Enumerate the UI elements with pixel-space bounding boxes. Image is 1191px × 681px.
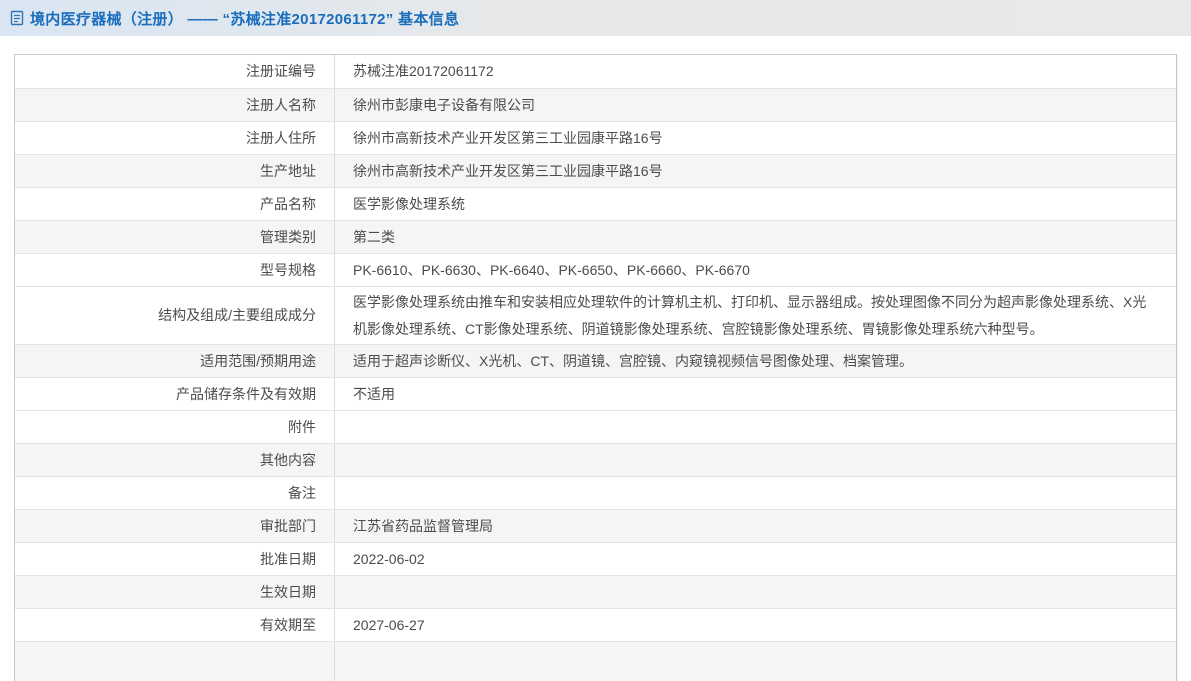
table-row-production-address: 生产地址 徐州市高新技术产业开发区第三工业园康平路16号 (15, 154, 1176, 187)
field-value: 江苏省药品监督管理局 (353, 517, 493, 534)
table-row-structure-composition: 结构及组成/主要组成成分 医学影像处理系统由推车和安装相应处理软件的计算机主机、… (15, 286, 1176, 344)
field-value (335, 642, 1176, 681)
table-row-management-class: 管理类别 第二类 (15, 220, 1176, 253)
field-value: 徐州市高新技术产业开发区第三工业园康平路16号 (353, 162, 663, 179)
table-row-remarks: 备注 (15, 476, 1176, 509)
page-header: 境内医疗器械（注册） —— “苏械注准20172061172” 基本信息 (0, 0, 1191, 36)
field-value: 徐州市高新技术产业开发区第三工业园康平路16号 (353, 129, 663, 146)
field-label: 审批部门 (15, 510, 335, 542)
field-value: 徐州市彭康电子设备有限公司 (353, 96, 535, 113)
table-row-attachment: 附件 (15, 410, 1176, 443)
table-row-effective-date: 生效日期 (15, 575, 1176, 608)
field-label: 注册人名称 (15, 89, 335, 121)
table-row-model-spec: 型号规格 PK-6610、PK-6630、PK-6640、PK-6650、PK-… (15, 253, 1176, 286)
field-label: 结构及组成/主要组成成分 (15, 287, 335, 344)
table-row-storage-conditions: 产品储存条件及有效期 不适用 (15, 377, 1176, 410)
field-value: 苏械注准20172061172 (353, 63, 494, 80)
field-label: 生效日期 (15, 576, 335, 608)
field-value: 医学影像处理系统 (353, 195, 465, 212)
field-label: 批准日期 (15, 543, 335, 575)
page-title: 境内医疗器械（注册） —— “苏械注准20172061172” 基本信息 (30, 10, 460, 28)
table-row-approval-department: 审批部门 江苏省药品监督管理局 (15, 509, 1176, 542)
field-label: 产品名称 (15, 188, 335, 220)
field-value: 2027-06-27 (353, 616, 425, 633)
field-value: 适用于超声诊断仪、X光机、CT、阴道镜、宫腔镜、内窥镜视频信号图像处理、档案管理… (353, 352, 913, 369)
field-label: 型号规格 (15, 254, 335, 286)
table-row-registrant-address: 注册人住所 徐州市高新技术产业开发区第三工业园康平路16号 (15, 121, 1176, 154)
field-label: 附件 (15, 411, 335, 443)
field-value (335, 576, 1176, 608)
table-row-partial-cutoff (15, 641, 1176, 681)
field-label: 生产地址 (15, 155, 335, 187)
field-label: 其他内容 (15, 444, 335, 476)
table-row-intended-use: 适用范围/预期用途 适用于超声诊断仪、X光机、CT、阴道镜、宫腔镜、内窥镜视频信… (15, 344, 1176, 377)
table-row-registration-number: 注册证编号 苏械注准20172061172 (15, 55, 1176, 88)
field-label: 注册证编号 (15, 55, 335, 88)
field-label: 备注 (15, 477, 335, 509)
field-label: 产品储存条件及有效期 (15, 378, 335, 410)
field-value: 不适用 (353, 385, 395, 402)
field-label: 有效期至 (15, 609, 335, 641)
field-value (335, 477, 1176, 509)
field-value (335, 444, 1176, 476)
field-value: 医学影像处理系统由推车和安装相应处理软件的计算机主机、打印机、显示器组成。按处理… (353, 293, 1147, 337)
field-value: PK-6610、PK-6630、PK-6640、PK-6650、PK-6660、… (353, 261, 750, 278)
field-value: 第二类 (353, 228, 395, 245)
table-row-approval-date: 批准日期 2022-06-02 (15, 542, 1176, 575)
table-row-product-name: 产品名称 医学影像处理系统 (15, 187, 1176, 220)
field-label (15, 642, 335, 681)
table-row-valid-until: 有效期至 2027-06-27 (15, 608, 1176, 641)
field-value (335, 411, 1176, 443)
field-label: 注册人住所 (15, 122, 335, 154)
field-value: 2022-06-02 (353, 550, 425, 567)
field-label: 适用范围/预期用途 (15, 345, 335, 377)
registration-info-table: 注册证编号 苏械注准20172061172 注册人名称 徐州市彭康电子设备有限公… (14, 54, 1177, 681)
document-icon (9, 10, 25, 26)
table-row-registrant-name: 注册人名称 徐州市彭康电子设备有限公司 (15, 88, 1176, 121)
table-row-other-content: 其他内容 (15, 443, 1176, 476)
field-label: 管理类别 (15, 221, 335, 253)
